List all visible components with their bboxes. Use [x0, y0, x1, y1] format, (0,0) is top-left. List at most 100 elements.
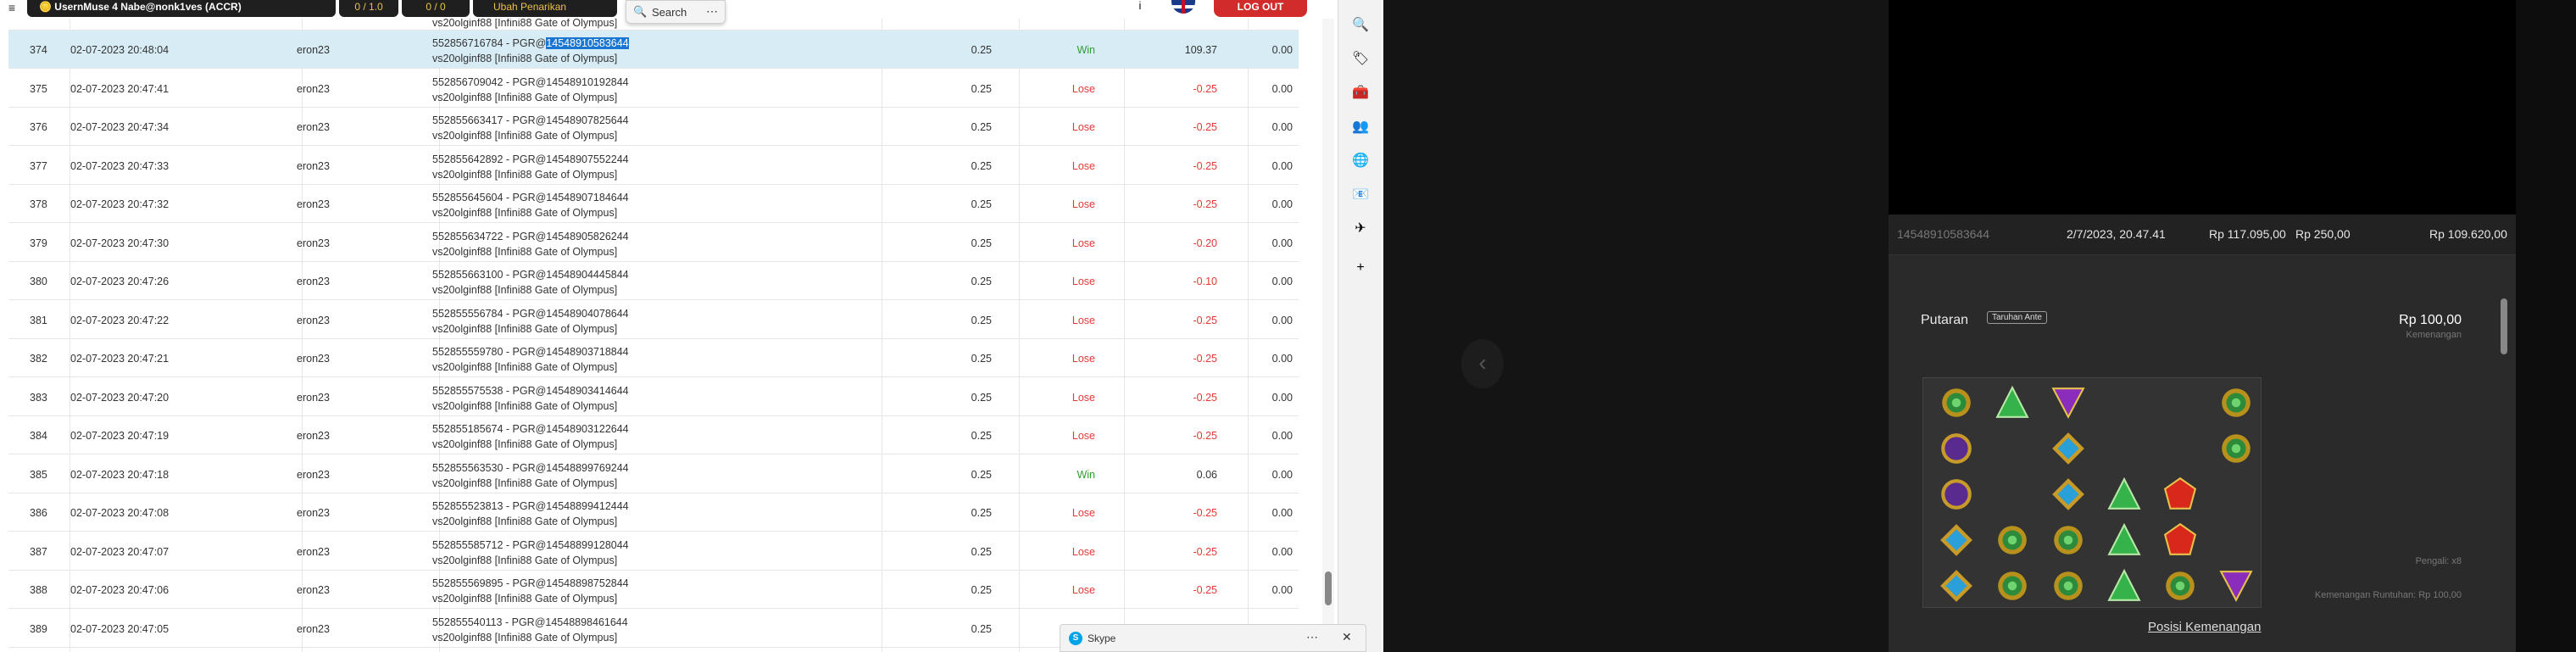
row-winloss: -0.20	[1193, 237, 1218, 249]
row-detail-game: vs20olginf88 [Infini88 Gate of Olympus]	[432, 631, 618, 644]
winning-position-link[interactable]: Posisi Kemenangan	[2148, 620, 2261, 634]
people-icon[interactable]: 👥	[1350, 117, 1371, 137]
row-number: 387	[30, 545, 47, 558]
grid-cell	[1927, 380, 1983, 426]
row-detail-id[interactable]: 552856709042 - PGR@14548910192844	[432, 75, 629, 90]
user-account-pill[interactable]: 🪙 UsernMuse 4 Nabe@nonk1ves (ACCR)	[27, 0, 336, 17]
row-jackpot: 0.00	[1271, 430, 1293, 442]
detail-id-text: 552855585712 - PGR@14548899128044	[432, 538, 629, 551]
ring-gem-icon	[2050, 522, 2086, 558]
row-detail-id[interactable]: 552855540113 - PGR@14548898461644	[432, 615, 628, 630]
row-detail-id[interactable]: 552855575538 - PGR@14548903414644	[432, 383, 629, 398]
scrollbar-thumb[interactable]	[1325, 571, 1332, 605]
table-row[interactable]: 381 02-07-2023 20:47:22 eron23 552855556784…	[8, 301, 1299, 339]
grid-cell	[2095, 471, 2150, 517]
row-winloss: -0.25	[1193, 507, 1218, 519]
table-row[interactable]: 387 02-07-2023 20:47:07 eron23 552855585712…	[8, 532, 1299, 571]
row-detail-game: vs20olginf88 [Infini88 Gate of Olympus]	[432, 168, 618, 181]
row-detail-id[interactable]: 552855642892 - PGR@14548907552244	[432, 152, 629, 167]
row-detail-id[interactable]: 552855663417 - PGR@14548907825644	[432, 113, 629, 128]
row-bet: 0.25	[971, 507, 992, 519]
bet-amount: Rp 250,00	[2295, 227, 2351, 241]
more-icon[interactable]: ⋯	[706, 4, 718, 19]
table-row[interactable]: 377 02-07-2023 20:47:33 eron23 552855642892…	[8, 147, 1299, 185]
table-row[interactable]: 388 02-07-2023 20:47:06 eron23 552855569895…	[8, 571, 1299, 609]
vertical-scrollbar[interactable]	[1322, 19, 1334, 652]
menu-icon[interactable]: ≡	[0, 0, 24, 19]
grid-cell	[2039, 563, 2095, 609]
row-winloss: -0.25	[1193, 159, 1218, 172]
panel-scrollbar-thumb[interactable]	[2501, 298, 2507, 354]
row-username: eron23	[297, 159, 330, 172]
tri-purple-gem-icon	[2050, 385, 2086, 421]
table-row[interactable]: 385 02-07-2023 20:47:18 eron23 552855563530…	[8, 455, 1299, 493]
multiplier-label: Pengali: x8	[2415, 556, 2462, 566]
row-detail-id[interactable]: 552855563530 - PGR@14548899769244	[432, 460, 629, 476]
row-winloss: -0.25	[1193, 121, 1218, 133]
detail-id-text: 552855185674 - PGR@14548903122644	[432, 423, 629, 435]
history-row[interactable]: 14548910583644 2/7/2023, 20.47.41 Rp 117…	[1889, 215, 2516, 255]
table-row[interactable]: 376 02-07-2023 20:47:34 eron23 552855663417…	[8, 108, 1299, 146]
row-detail-id[interactable]: 552855634722 - PGR@14548905826244	[432, 229, 629, 244]
outlook-icon[interactable]: 📧	[1350, 185, 1371, 205]
row-detail-id[interactable]: 552855663100 - PGR@14548904445844	[432, 267, 629, 282]
row-winloss: -0.10	[1193, 276, 1218, 287]
row-date: 02-07-2023 20:48:04	[70, 44, 170, 56]
row-detail-id[interactable]: 552855585712 - PGR@14548899128044	[432, 538, 629, 553]
row-detail-id[interactable]: 552856716784 - PGR@14548910583644	[432, 36, 629, 51]
add-icon[interactable]: +	[1350, 258, 1371, 278]
balance-pill-1[interactable]: 0 / 1.0	[339, 0, 398, 17]
logout-button[interactable]: LOG OUT	[1214, 0, 1307, 17]
row-jackpot: 0.00	[1271, 353, 1293, 365]
tag-icon[interactable]: 🏷	[1350, 49, 1371, 70]
row-detail-id[interactable]: 552855559780 - PGR@14548903718844	[432, 344, 629, 359]
putaran-label: Putaran	[1921, 313, 1969, 327]
table-row[interactable]: 382 02-07-2023 20:47:21 eron23 552855559780…	[8, 339, 1299, 377]
row-result: Lose	[1071, 198, 1095, 210]
table-row[interactable]: 384 02-07-2023 20:47:19 eron23 552855185674…	[8, 416, 1299, 454]
row-detail-game: vs20olginf88 [Infini88 Gate of Olympus]	[432, 284, 618, 296]
grid-cell	[2206, 380, 2262, 426]
uk-flag-icon[interactable]	[1171, 0, 1195, 14]
table-row[interactable]: 379 02-07-2023 20:47:30 eron23 552855634722…	[8, 224, 1299, 262]
balance-pill-2[interactable]: 0 / 0	[402, 0, 470, 17]
info-icon[interactable]: i	[1131, 0, 1149, 14]
row-detail-game: vs20olginf88 [Infini88 Gate of Olympus]	[432, 361, 618, 373]
orb-purple-gem-icon	[1939, 476, 1974, 512]
search-label[interactable]: Search	[652, 6, 687, 19]
grid-cell	[1983, 517, 2039, 563]
ring-gem-icon	[2050, 568, 2086, 604]
table-row[interactable]: 378 02-07-2023 20:47:32 eron23 552855645604…	[8, 185, 1299, 223]
search-icon[interactable]: 🔍	[1350, 15, 1371, 36]
row-winloss: -0.25	[1193, 584, 1218, 596]
close-icon[interactable]: ✕	[1342, 630, 1352, 644]
row-username: eron23	[297, 44, 330, 56]
row-detail-id[interactable]: 552855523813 - PGR@14548899412444	[432, 499, 629, 514]
table-row[interactable]: 374 02-07-2023 20:48:04 eron23 552856716784…	[8, 31, 1299, 69]
toolbox-icon[interactable]: 🧰	[1350, 83, 1371, 103]
row-result: Lose	[1071, 507, 1095, 519]
row-date: 02-07-2023 20:47:05	[70, 622, 170, 635]
table-row[interactable]: 383 02-07-2023 20:47:20 eron23 552855575538…	[8, 378, 1299, 416]
withdraw-pill[interactable]: Ubah Penarikan	[473, 0, 617, 17]
back-arrow-icon[interactable]: ‹	[1461, 339, 1504, 388]
send-icon[interactable]: ✈	[1350, 219, 1371, 239]
row-detail-game: vs20olginf88 [Infini88 Gate of Olympus]	[432, 322, 618, 335]
row-jackpot: 0.00	[1271, 44, 1293, 56]
globe-icon[interactable]: 🌐	[1350, 151, 1371, 171]
row-number: 385	[30, 468, 47, 481]
row-detail-id[interactable]: 552855569895 - PGR@14548898752844	[432, 576, 629, 591]
table-row[interactable]: 375 02-07-2023 20:47:41 eron23 552856709042…	[8, 70, 1299, 108]
row-detail-id[interactable]: 552855556784 - PGR@14548904078644	[432, 306, 629, 321]
more-icon[interactable]: ⋯	[1306, 630, 1318, 644]
table-row[interactable]: 386 02-07-2023 20:47:08 eron23 552855523813…	[8, 493, 1299, 532]
game-video-area	[1889, 0, 2516, 215]
row-date: 02-07-2023 20:47:22	[70, 314, 170, 326]
row-detail-id[interactable]: 552855185674 - PGR@14548903122644	[432, 421, 629, 437]
table-row[interactable]: 380 02-07-2023 20:47:26 eron23 552855663100…	[8, 262, 1299, 300]
skype-minimized-window[interactable]: S Skype ⋯ ✕	[1060, 624, 1366, 652]
grid-cell	[2095, 380, 2150, 426]
row-detail-id[interactable]: 552855645604 - PGR@14548907184644	[432, 190, 629, 205]
row-winloss: -0.25	[1193, 430, 1218, 442]
ante-badge: Taruhan Ante	[1987, 311, 2047, 324]
